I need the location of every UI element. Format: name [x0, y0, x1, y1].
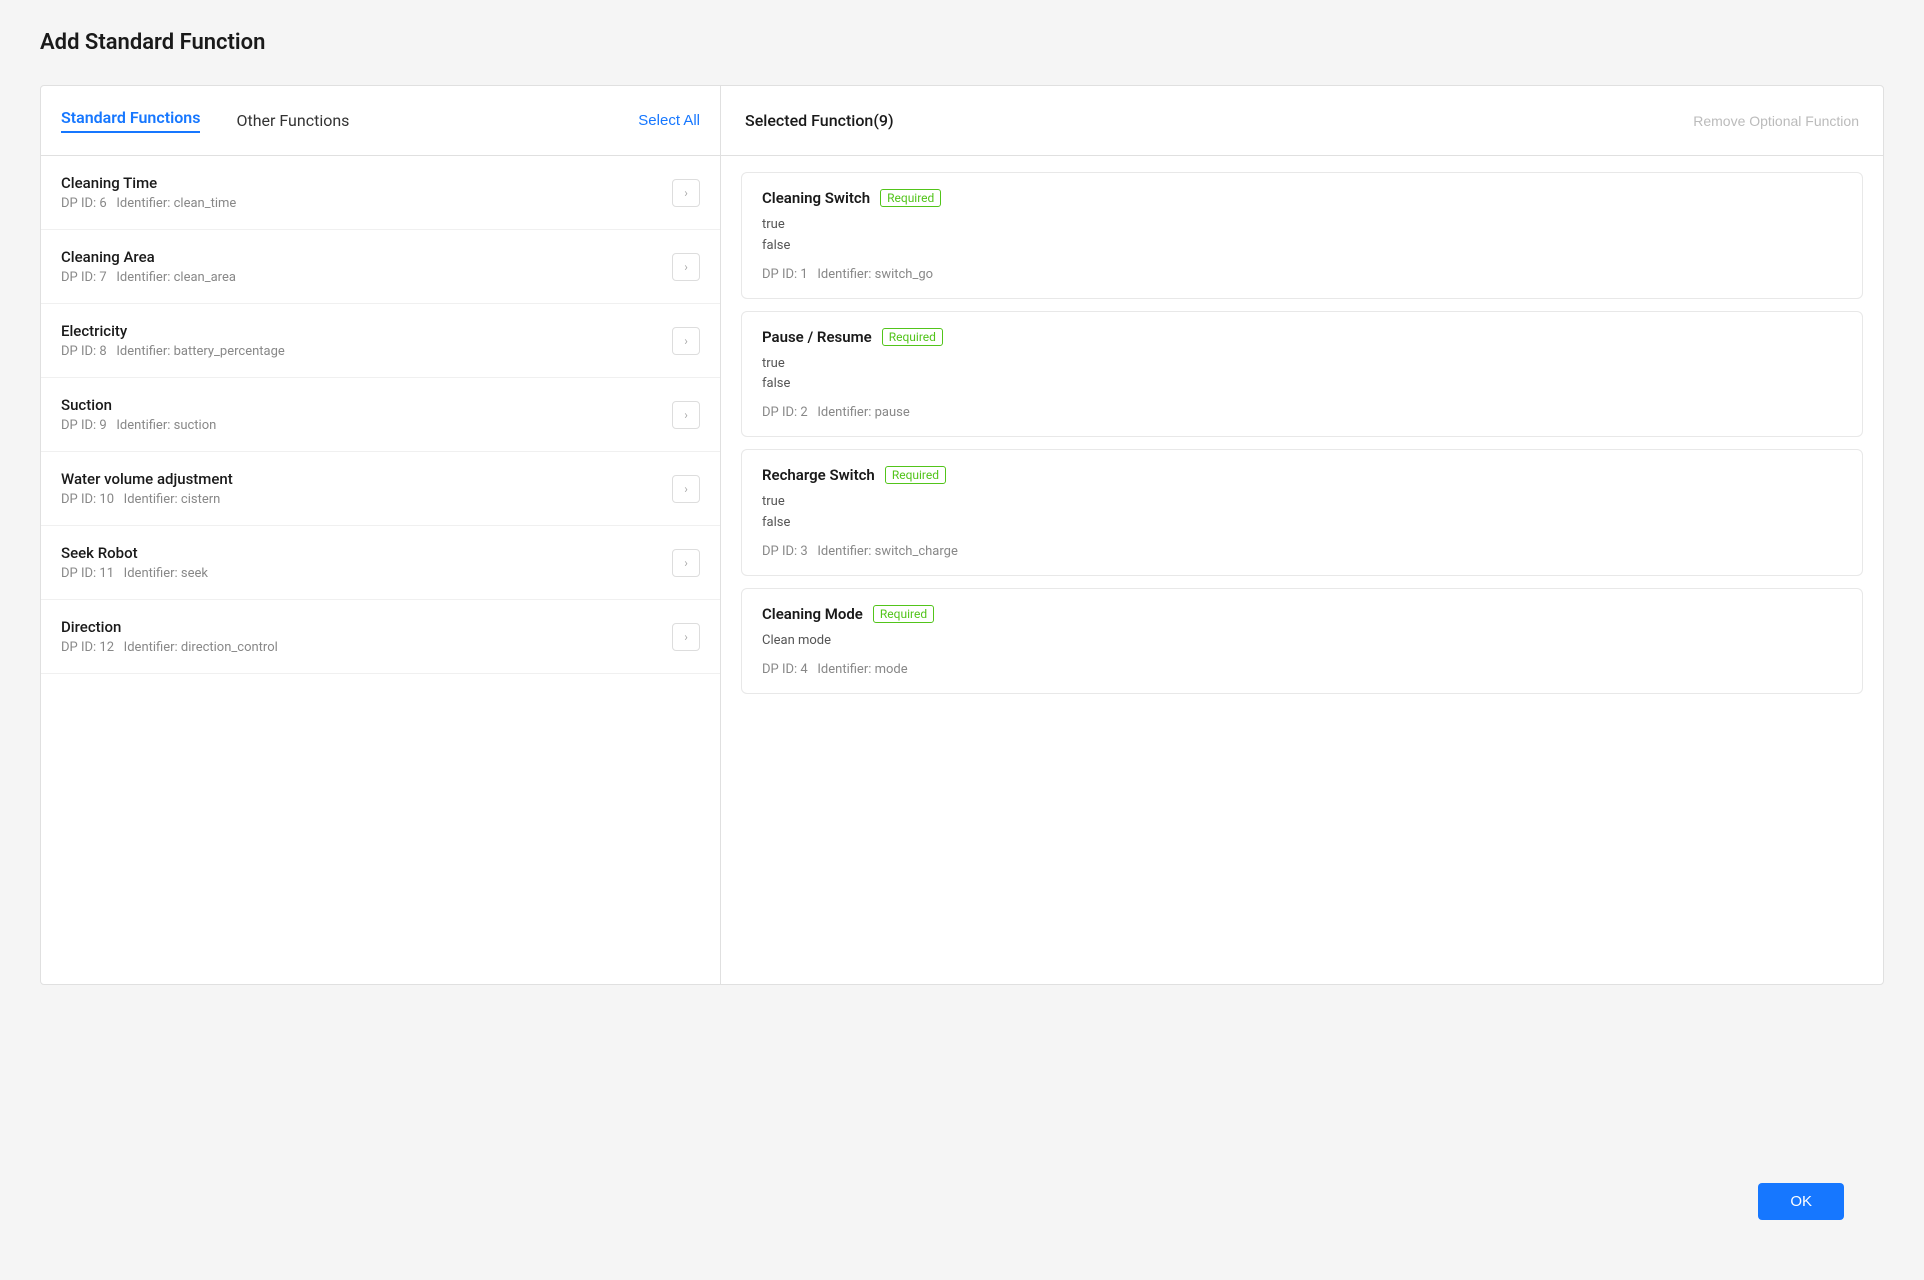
function-card: Recharge Switch Required truefalse DP ID…: [741, 449, 1863, 576]
function-card-meta: DP ID: 1 Identifier: switch_go: [762, 267, 1842, 282]
list-item-info: Water volume adjustment DP ID: 10 Identi…: [61, 470, 233, 507]
list-item-meta: DP ID: 6 Identifier: clean_time: [61, 196, 236, 211]
chevron-right-icon[interactable]: ›: [672, 327, 700, 355]
tab-other-functions[interactable]: Other Functions: [236, 111, 349, 130]
function-card: Cleaning Mode Required Clean mode DP ID:…: [741, 588, 1863, 694]
function-card-header: Recharge Switch Required: [762, 466, 1842, 484]
list-item-name: Suction: [61, 396, 216, 414]
list-item-info: Direction DP ID: 12 Identifier: directio…: [61, 618, 278, 655]
required-badge: Required: [880, 189, 941, 207]
left-panel: Standard Functions Other Functions Selec…: [41, 86, 721, 984]
list-item[interactable]: Cleaning Area DP ID: 7 Identifier: clean…: [41, 230, 720, 304]
right-list: Cleaning Switch Required truefalse DP ID…: [721, 156, 1883, 984]
list-item-name: Electricity: [61, 322, 285, 340]
list-item-name: Cleaning Time: [61, 174, 236, 192]
list-item[interactable]: Suction DP ID: 9 Identifier: suction ›: [41, 378, 720, 452]
list-item-name: Seek Robot: [61, 544, 208, 562]
left-header: Standard Functions Other Functions Selec…: [41, 86, 720, 156]
function-card-meta: DP ID: 4 Identifier: mode: [762, 662, 1842, 677]
list-item-info: Suction DP ID: 9 Identifier: suction: [61, 396, 216, 433]
function-card-header: Pause / Resume Required: [762, 328, 1842, 346]
right-panel: Selected Function(9) Remove Optional Fun…: [721, 86, 1883, 984]
remove-optional-button[interactable]: Remove Optional Function: [1693, 113, 1859, 129]
function-card-name: Cleaning Mode: [762, 605, 863, 623]
list-item-info: Cleaning Area DP ID: 7 Identifier: clean…: [61, 248, 236, 285]
function-card-name: Cleaning Switch: [762, 189, 870, 207]
list-item-info: Cleaning Time DP ID: 6 Identifier: clean…: [61, 174, 236, 211]
list-item[interactable]: Water volume adjustment DP ID: 10 Identi…: [41, 452, 720, 526]
function-card-header: Cleaning Mode Required: [762, 605, 1842, 623]
select-all-button[interactable]: Select All: [638, 112, 700, 129]
list-item-name: Water volume adjustment: [61, 470, 233, 488]
list-item-meta: DP ID: 11 Identifier: seek: [61, 566, 208, 581]
function-card-values: truefalse: [762, 492, 1842, 534]
list-item[interactable]: Cleaning Time DP ID: 6 Identifier: clean…: [41, 156, 720, 230]
function-card: Cleaning Switch Required truefalse DP ID…: [741, 172, 1863, 299]
list-item-meta: DP ID: 7 Identifier: clean_area: [61, 270, 236, 285]
list-item[interactable]: Electricity DP ID: 8 Identifier: battery…: [41, 304, 720, 378]
right-header: Selected Function(9) Remove Optional Fun…: [721, 86, 1883, 156]
list-item-name: Cleaning Area: [61, 248, 236, 266]
chevron-right-icon[interactable]: ›: [672, 179, 700, 207]
list-item-name: Direction: [61, 618, 278, 636]
function-card-header: Cleaning Switch Required: [762, 189, 1842, 207]
required-badge: Required: [885, 466, 946, 484]
function-card-values: truefalse: [762, 354, 1842, 396]
list-item-meta: DP ID: 9 Identifier: suction: [61, 418, 216, 433]
chevron-right-icon[interactable]: ›: [672, 253, 700, 281]
function-card-name: Recharge Switch: [762, 466, 875, 484]
left-list: Cleaning Time DP ID: 6 Identifier: clean…: [41, 156, 720, 984]
chevron-right-icon[interactable]: ›: [672, 475, 700, 503]
selected-function-title: Selected Function(9): [745, 111, 894, 130]
function-card-meta: DP ID: 3 Identifier: switch_charge: [762, 544, 1842, 559]
list-item-info: Electricity DP ID: 8 Identifier: battery…: [61, 322, 285, 359]
ok-button-container: OK: [1758, 1183, 1844, 1220]
function-card-values: Clean mode: [762, 631, 1842, 652]
required-badge: Required: [882, 328, 943, 346]
required-badge: Required: [873, 605, 934, 623]
list-item[interactable]: Seek Robot DP ID: 11 Identifier: seek ›: [41, 526, 720, 600]
main-container: Standard Functions Other Functions Selec…: [40, 85, 1884, 985]
chevron-right-icon[interactable]: ›: [672, 623, 700, 651]
function-card: Pause / Resume Required truefalse DP ID:…: [741, 311, 1863, 438]
list-item-meta: DP ID: 12 Identifier: direction_control: [61, 640, 278, 655]
list-item[interactable]: Direction DP ID: 12 Identifier: directio…: [41, 600, 720, 674]
ok-button[interactable]: OK: [1758, 1183, 1844, 1220]
list-item-meta: DP ID: 10 Identifier: cistern: [61, 492, 233, 507]
chevron-right-icon[interactable]: ›: [672, 549, 700, 577]
function-card-values: truefalse: [762, 215, 1842, 257]
list-item-info: Seek Robot DP ID: 11 Identifier: seek: [61, 544, 208, 581]
page-title: Add Standard Function: [40, 30, 1884, 55]
list-item-meta: DP ID: 8 Identifier: battery_percentage: [61, 344, 285, 359]
chevron-right-icon[interactable]: ›: [672, 401, 700, 429]
function-card-name: Pause / Resume: [762, 328, 872, 346]
function-card-meta: DP ID: 2 Identifier: pause: [762, 405, 1842, 420]
tab-standard-functions[interactable]: Standard Functions: [61, 108, 200, 133]
